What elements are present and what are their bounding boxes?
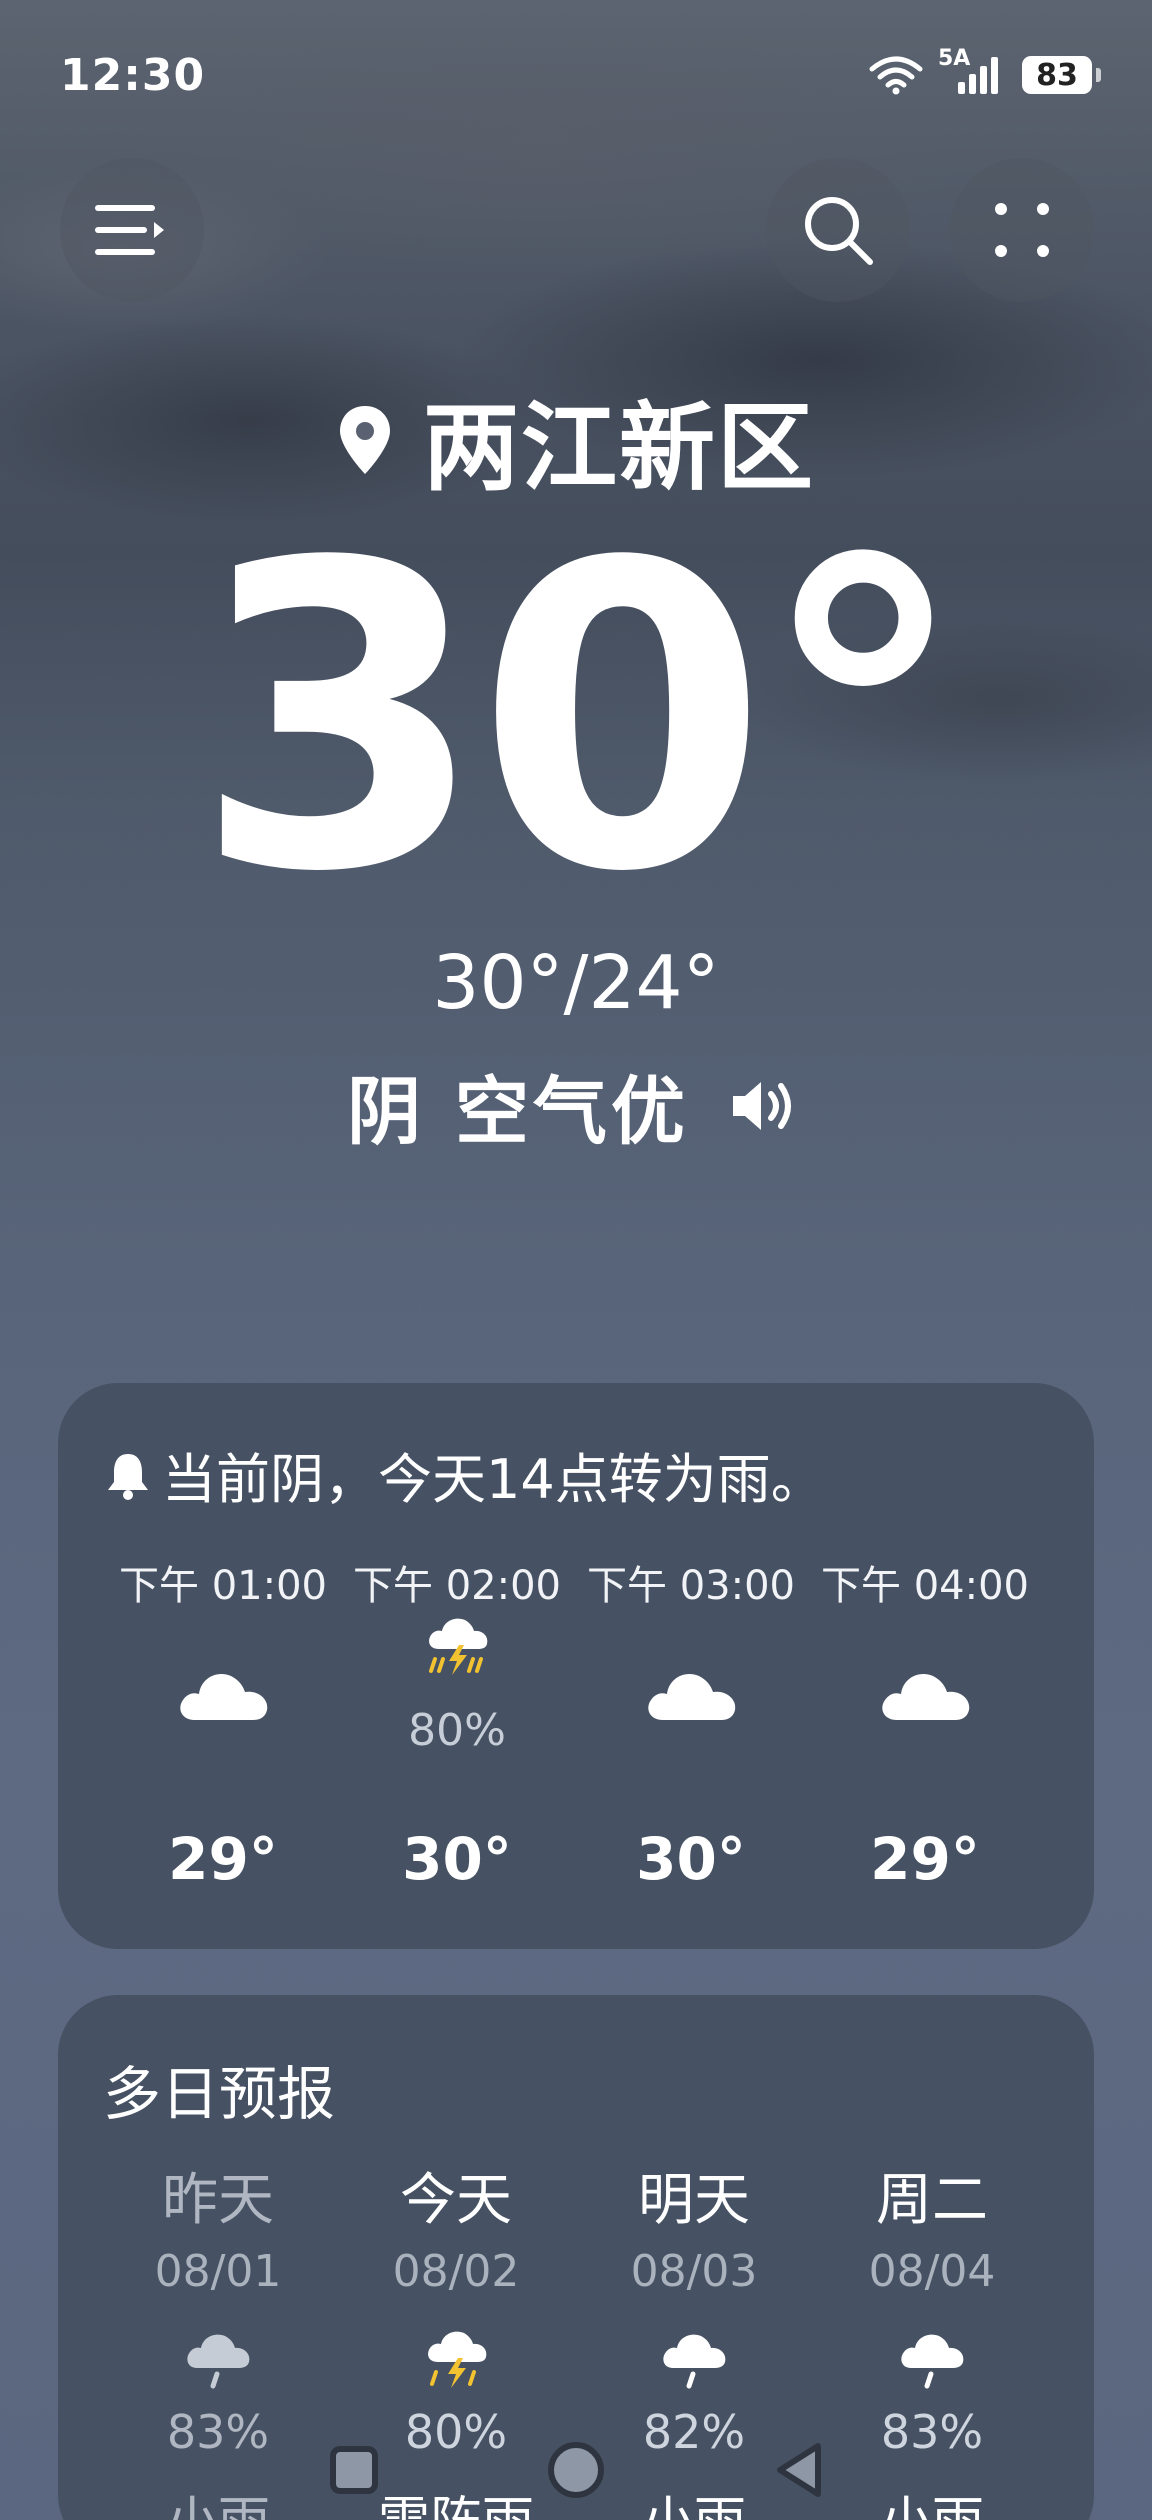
day-date: 08/01 xyxy=(154,2246,282,2297)
hourly-item[interactable]: 下午 02:00 80% 30° xyxy=(340,1553,574,1893)
hour-precipitation: 80% xyxy=(408,1705,506,1756)
hour-time: 下午 03:00 xyxy=(587,1563,795,1609)
condition-row: 阴 空气优 xyxy=(0,1052,1152,1159)
location-pin-icon xyxy=(340,405,390,474)
weather-alert: 当前阴，今天14点转为雨。 xyxy=(106,1435,825,1514)
light-rain-icon xyxy=(901,2334,964,2389)
hour-temperature: 30° xyxy=(636,1825,746,1893)
cellular-signal: 5A xyxy=(938,46,1008,98)
hourly-item[interactable]: 下午 04:00 29° xyxy=(808,1553,1042,1893)
hourly-item[interactable]: 下午 01:00 29° xyxy=(106,1553,340,1893)
hour-time: 下午 02:00 xyxy=(353,1563,561,1609)
current-temperature: 30° xyxy=(193,475,968,964)
day-name: 周二 xyxy=(876,2168,988,2233)
light-rain-icon xyxy=(663,2334,726,2389)
hour-temperature: 30° xyxy=(402,1825,512,1893)
system-navigation-bar xyxy=(0,2420,1152,2520)
wifi-icon xyxy=(869,56,923,95)
home-button[interactable] xyxy=(548,2442,604,2498)
city-list-button[interactable] xyxy=(60,158,204,302)
daily-forecast-title: 多日预报 xyxy=(103,2060,336,2128)
search-icon xyxy=(805,197,873,265)
more-dots-icon xyxy=(995,203,1049,257)
status-time: 12:30 xyxy=(60,50,206,101)
search-button[interactable] xyxy=(766,158,910,302)
hourly-list[interactable]: 下午 01:00 29° 下午 02:00 80% 30° 下午 03:00 3… xyxy=(106,1553,1054,1933)
day-name: 今天 xyxy=(400,2168,512,2233)
status-icons: 5A 83 xyxy=(868,46,1101,98)
weather-condition: 阴 空气优 xyxy=(347,1069,689,1155)
light-rain-icon xyxy=(187,2334,250,2389)
temperature-range: 30°/24° xyxy=(432,940,720,1026)
hour-time: 下午 04:00 xyxy=(821,1563,1029,1609)
menu-icon xyxy=(95,205,164,255)
hourly-forecast-card[interactable]: 当前阴，今天14点转为雨。 下午 01:00 29° 下午 02:00 80% … xyxy=(58,1383,1094,1949)
speaker-icon[interactable] xyxy=(729,1076,805,1136)
day-name: 明天 xyxy=(638,2168,750,2233)
hour-temperature: 29° xyxy=(870,1825,980,1893)
cloud-icon xyxy=(648,1674,736,1720)
thunderstorm-icon xyxy=(428,2331,487,2388)
hour-time: 下午 01:00 xyxy=(119,1563,327,1609)
hour-temperature: 29° xyxy=(168,1825,278,1893)
status-bar: 12:30 5A 83 xyxy=(0,0,1152,150)
more-options-button[interactable] xyxy=(950,158,1094,302)
recent-apps-button[interactable] xyxy=(330,2446,378,2494)
day-date: 08/04 xyxy=(868,2246,996,2297)
alert-text: 当前阴，今天14点转为雨。 xyxy=(162,1448,825,1511)
day-date: 08/03 xyxy=(630,2246,758,2297)
signal-icon xyxy=(958,57,998,94)
day-name: 昨天 xyxy=(162,2168,274,2233)
bell-icon xyxy=(108,1453,148,1500)
cloud-icon xyxy=(882,1674,970,1720)
thunderstorm-icon xyxy=(429,1618,488,1675)
cloud-icon xyxy=(180,1674,268,1720)
day-date: 08/02 xyxy=(392,2246,520,2297)
battery-indicator: 83 xyxy=(1022,56,1101,94)
hourly-item[interactable]: 下午 03:00 30° xyxy=(574,1553,808,1893)
back-icon[interactable] xyxy=(770,2440,830,2500)
